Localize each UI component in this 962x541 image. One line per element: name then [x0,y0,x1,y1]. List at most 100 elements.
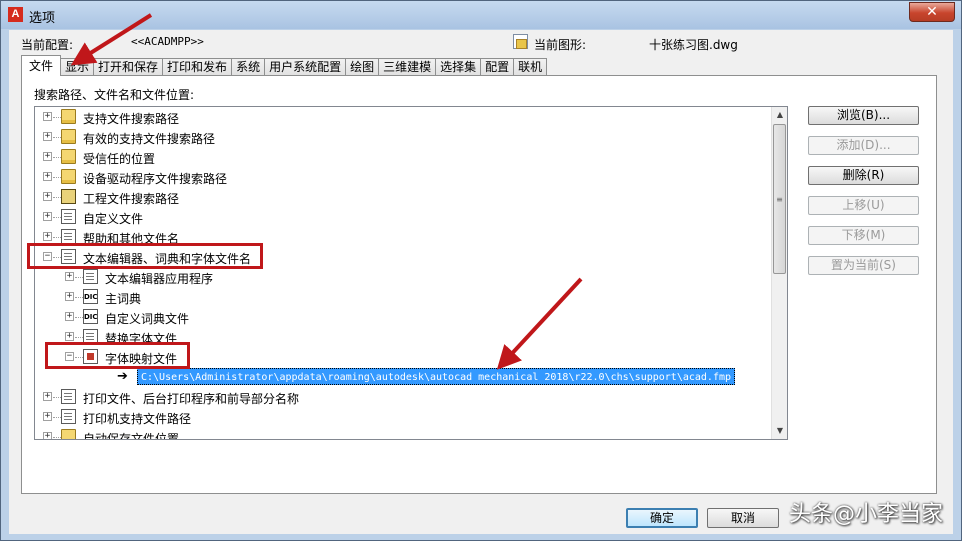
expand-icon[interactable]: + [65,312,74,321]
move-up-button[interactable]: 上移(U) [808,196,919,215]
scroll-down-arrow-icon[interactable]: ▼ [772,423,787,439]
expand-icon[interactable]: + [43,412,52,421]
current-profile-label: 当前配置: [21,38,74,52]
title-bar[interactable]: A 选项 ✕ [1,1,961,29]
tree-connector [53,137,61,138]
current-profile-value: <<ACADMPP>> [131,35,204,48]
expand-icon[interactable]: + [65,272,74,281]
tree-item-label: 自定义词典文件 [105,312,190,326]
tree-row[interactable]: + 打印文件、后台打印程序和前导部分名称 [35,387,775,407]
expand-icon[interactable]: + [43,112,52,121]
document-icon [61,209,76,224]
expand-icon[interactable]: + [65,292,74,301]
move-down-button[interactable]: 下移(M) [808,226,919,245]
tree-item-label: 受信任的位置 [83,152,156,166]
vertical-scrollbar[interactable]: ▲ ≡ ▼ [771,107,787,439]
tree-connector [75,317,83,318]
book-icon [61,189,76,204]
tree-item-label: 打印机支持文件路径 [83,412,192,426]
tree-item-label: 主词典 [105,292,142,306]
tree-item-label: 有效的支持文件搜索路径 [83,132,216,146]
folder-icon [61,429,76,439]
tree-connector [53,197,61,198]
search-paths-label: 搜索路径、文件名和文件位置: [34,88,195,102]
annotation-highlight-text-editor [27,243,263,269]
expand-icon[interactable]: + [43,192,52,201]
tree-row[interactable]: + 设备驱动程序文件搜索路径 [35,167,775,187]
options-dialog: A 选项 ✕ 当前配置: <<ACADMPP>> 当前图形: 十张练习图.dwg… [0,0,962,541]
dictionary-icon: DIC [83,289,98,304]
tab-3d-modeling[interactable]: 三维建模 [378,58,437,76]
window-title: 选项 [29,11,56,26]
tree-connector [53,177,61,178]
tree-item-label: 设备驱动程序文件搜索路径 [83,172,228,186]
tree-item-label: 支持文件搜索路径 [83,112,180,126]
add-button[interactable]: 添加(D)... [808,136,919,155]
tree-row[interactable]: + 支持文件搜索路径 [35,107,775,127]
expand-icon[interactable]: + [43,432,52,439]
tab-profiles[interactable]: 配置 [480,58,515,76]
ok-button[interactable]: 确定 [626,508,698,528]
editor-icon [83,269,98,284]
close-button[interactable]: ✕ [909,2,955,22]
tree-row[interactable]: + 有效的支持文件搜索路径 [35,127,775,147]
tree-row[interactable]: + DIC 主词典 [35,287,775,307]
current-drawing-value: 十张练习图.dwg [649,38,738,52]
tree-connector [53,397,61,398]
tree-row[interactable]: + 工程文件搜索路径 [35,187,775,207]
expand-icon[interactable]: + [43,232,52,241]
tree-connector [75,277,83,278]
tab-user-preferences[interactable]: 用户系统配置 [264,58,347,76]
set-current-button[interactable]: 置为当前(S) [808,256,919,275]
remove-button[interactable]: 删除(R) [808,166,919,185]
dictionary-icon: DIC [83,309,98,324]
document-icon [61,409,76,424]
annotation-highlight-font-map [45,342,190,369]
tab-drafting[interactable]: 绘图 [345,58,380,76]
scroll-up-arrow-icon[interactable]: ▲ [772,107,787,123]
expand-icon[interactable]: + [65,332,74,341]
tree-connector [53,437,61,438]
tree-row[interactable]: + 文本编辑器应用程序 [35,267,775,287]
tab-online[interactable]: 联机 [513,58,548,76]
autocad-logo-icon: A [8,7,23,22]
tree-connector [53,237,61,238]
file-tree-view[interactable]: + 支持文件搜索路径 + 有效的支持文件搜索路径 + 受信任的位置 + 设备驱动程序文件搜索路… [34,106,788,440]
tab-selection[interactable]: 选择集 [435,58,482,76]
tab-open-save[interactable]: 打开和保存 [93,58,164,76]
tab-display[interactable]: 显示 [60,58,95,76]
folder-icon [61,129,76,144]
font-map-path[interactable]: C:\Users\Administrator\appdata\roaming\a… [137,368,736,385]
watermark-text: 头条@小李当家 [788,502,943,527]
dialog-body: 当前配置: <<ACADMPP>> 当前图形: 十张练习图.dwg 文件 显示 … [9,30,953,534]
cancel-button[interactable]: 取消 [707,508,779,528]
tree-row[interactable]: + DIC 自定义词典文件 [35,307,775,327]
tree-row[interactable]: ➔ C:\Users\Administrator\appdata\roaming\… [35,367,775,387]
tree-connector [53,217,61,218]
tree-row[interactable]: + 自动保存文件位置 [35,427,775,440]
tab-plot-publish[interactable]: 打印和发布 [162,58,233,76]
tree-item-label: 打印文件、后台打印程序和前导部分名称 [83,392,300,406]
expand-icon[interactable]: + [43,212,52,221]
tree-item-label: 自定义文件 [83,212,144,226]
tab-system[interactable]: 系统 [231,58,266,76]
folder-icon [61,109,76,124]
expand-icon[interactable]: + [43,172,52,181]
scroll-thumb[interactable]: ≡ [773,124,786,274]
tree-row[interactable]: + 自定义文件 [35,207,775,227]
tab-files[interactable]: 文件 [21,55,62,76]
expand-icon[interactable]: + [43,392,52,401]
tree-connector [53,417,61,418]
folder-icon [61,149,76,164]
expand-icon[interactable]: + [43,152,52,161]
expand-icon[interactable]: + [43,132,52,141]
tree-item-label: 文本编辑器应用程序 [105,272,214,286]
tree-connector [53,157,61,158]
tree-item-label: 自动保存文件位置 [83,432,180,440]
tree-row[interactable]: + 受信任的位置 [35,147,775,167]
tree-row[interactable]: + 打印机支持文件路径 [35,407,775,427]
files-tab-panel: 搜索路径、文件名和文件位置: + 支持文件搜索路径 + 有效的支持文件搜索路径 + 受信任… [21,75,937,494]
browse-button[interactable]: 浏览(B)... [808,106,919,125]
tree-connector [53,117,61,118]
document-icon [61,389,76,404]
